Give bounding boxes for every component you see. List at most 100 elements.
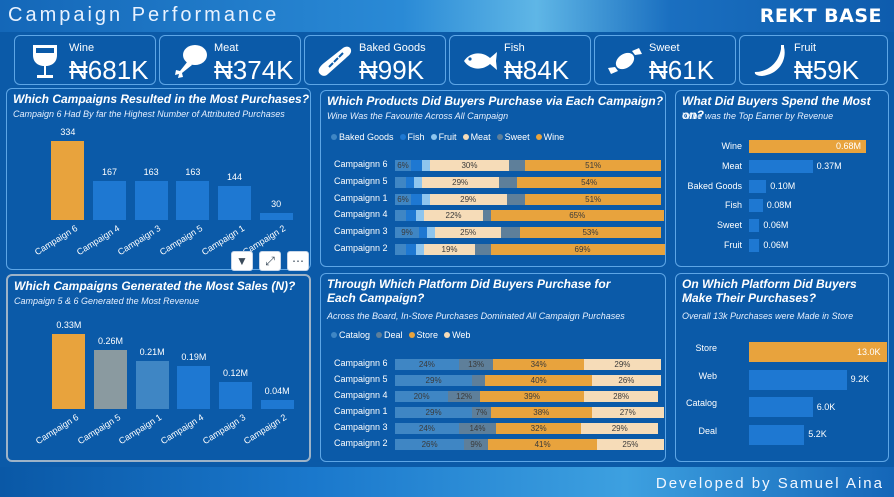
stacked-row: 29% 40% 26% <box>395 375 661 386</box>
bar <box>259 212 293 220</box>
bar <box>749 397 813 417</box>
segment: 14% <box>458 423 497 434</box>
segment <box>395 244 406 255</box>
kpi-card-meat[interactable]: Meat ₦374K <box>159 35 301 85</box>
kpi-value: ₦374K <box>214 55 294 85</box>
segment: 24% <box>395 359 459 370</box>
kpi-card-fish[interactable]: Fish ₦84K <box>449 35 591 85</box>
spend-chart-panel[interactable]: What Did Buyers Spend the Most on? Wine … <box>675 90 889 267</box>
stacked-row: 19% 69% <box>395 244 665 255</box>
legend-swatch <box>331 332 337 338</box>
kpi-card-sweet[interactable]: Sweet ₦61K <box>594 35 736 85</box>
x-tick-label: Campaign 3 <box>200 412 247 447</box>
bar <box>135 361 169 409</box>
purchases-chart-panel[interactable]: Which Campaigns Resulted in the Most Pur… <box>6 88 311 270</box>
chart-subtitle: Overall 13k Purchases were Made in Store <box>682 311 854 321</box>
legend-swatch <box>399 134 406 140</box>
more-options-icon[interactable]: ⋯ <box>287 251 309 271</box>
segment <box>482 210 491 222</box>
brand-logo: REKT BASE <box>759 5 882 27</box>
segment: 13% <box>458 359 494 370</box>
page-title: Campaign Performance <box>8 4 280 26</box>
kpi-label: Meat <box>214 42 239 54</box>
products-chart-panel[interactable]: Which Products Did Buyers Purchase via E… <box>320 90 666 267</box>
segment <box>413 176 422 188</box>
data-label: 0.06M <box>763 240 789 250</box>
legend-label: Fruit <box>438 132 457 142</box>
category-label: Sweet <box>716 220 742 231</box>
segment: 27% <box>591 407 664 418</box>
bar <box>94 349 127 409</box>
kpi-card-fruit[interactable]: Fruit ₦59K <box>739 35 888 85</box>
data-label: 0.10M <box>770 180 796 191</box>
data-label: 0.04M <box>264 385 290 396</box>
bar <box>51 141 85 220</box>
segment: 29% <box>581 423 659 434</box>
data-label: 6.0K <box>816 401 836 412</box>
legend-swatch <box>331 134 337 140</box>
legend-label: Fish <box>407 132 425 142</box>
kpi-value: ₦84K <box>504 55 570 85</box>
segment: 34% <box>493 359 584 370</box>
x-tick-label: Campaign 6 <box>33 412 81 447</box>
kpi-value: ₦681K <box>69 55 149 85</box>
kpi-card-baked-goods[interactable]: Baked Goods ₦99K <box>304 35 446 85</box>
segment <box>395 210 406 222</box>
chart-subtitle: Campaign 5 & 6 Generated the Most Revenu… <box>14 296 200 306</box>
bar <box>749 179 767 193</box>
segment <box>498 176 518 188</box>
chart-title: Which Campaigns Resulted in the Most Pur… <box>13 92 310 106</box>
data-label: 0.33M <box>56 320 82 330</box>
data-label: 144 <box>226 171 243 182</box>
platform-campaign-chart-panel[interactable]: Through Which Platform Did Buyers Purcha… <box>320 273 666 462</box>
bar <box>749 424 805 445</box>
stacked-row: 29% 54% <box>395 176 661 188</box>
category-label: Wine <box>721 141 742 151</box>
category-label: Fruit <box>724 240 742 250</box>
segment: 32% <box>496 423 582 434</box>
filter-icon[interactable]: ▼ <box>231 251 253 271</box>
segment <box>416 244 425 255</box>
bar <box>219 381 252 409</box>
platform-chart-panel[interactable]: On Which Platform Did Buyers Make Their … <box>675 273 889 462</box>
kpi-label: Baked Goods <box>359 42 426 54</box>
candy-icon <box>608 48 642 74</box>
chart-subtitle: Campaign 6 Had By far the Highest Number… <box>13 109 285 119</box>
segment: 38% <box>490 407 592 418</box>
chart-title: Which Products Did Buyers Purchase via E… <box>327 94 664 108</box>
legend-label: Catalog <box>339 330 371 340</box>
products-legend: Baked Goods Fish Fruit Meat Sweet Wine <box>327 132 566 142</box>
kpi-card-wine[interactable]: Wine ₦681K <box>14 35 156 85</box>
segment: 51% <box>525 193 661 205</box>
category-label: Catalog <box>685 398 717 408</box>
legend-label: Meat <box>470 132 491 142</box>
stacked-row: 22% 65% <box>395 210 664 222</box>
segment <box>426 227 435 239</box>
segment: 28% <box>583 391 659 402</box>
segment <box>509 160 526 171</box>
legend-label: Wine <box>543 132 565 142</box>
focus-mode-icon[interactable]: ⤢ <box>259 251 281 271</box>
segment <box>405 244 417 255</box>
kpi-value: ₦99K <box>359 55 425 85</box>
data-label: 0.68M <box>836 141 862 151</box>
x-tick-label: Campaign 2 <box>241 412 289 447</box>
bar <box>749 239 760 252</box>
bar <box>749 369 847 390</box>
stacked-row: 29% 7% 38% 27% <box>395 407 664 418</box>
legend-swatch <box>496 134 503 140</box>
bar <box>134 181 168 220</box>
wine-glass-icon <box>33 45 57 78</box>
data-label: 9.2K <box>850 374 870 384</box>
segment: 40% <box>485 375 592 386</box>
bar <box>260 399 294 409</box>
segment: 30% <box>429 160 510 171</box>
row-label: Campaignn 2 <box>334 243 388 253</box>
kpi-label: Fruit <box>794 42 816 54</box>
bar <box>218 185 251 220</box>
sales-chart-panel[interactable]: Which Campaigns Generated the Most Sales… <box>6 274 311 462</box>
bar <box>177 365 211 409</box>
segment: 29% <box>429 193 507 205</box>
row-label: Campaignn 5 <box>334 175 388 186</box>
segment <box>506 193 526 205</box>
